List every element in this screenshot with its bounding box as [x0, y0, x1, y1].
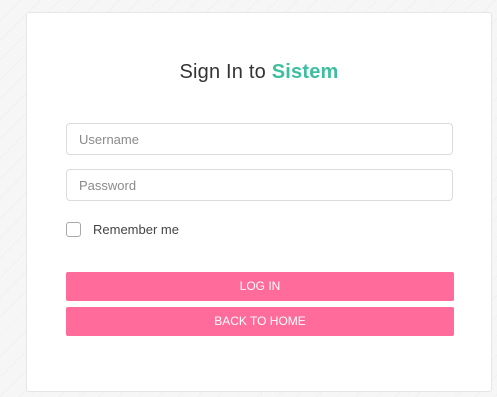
page-title: Sign In to Sistem	[27, 61, 491, 84]
username-input[interactable]	[66, 123, 453, 155]
remember-me-checkbox[interactable]	[66, 221, 81, 237]
login-card: Sign In to Sistem Remember me LOG IN BAC…	[26, 12, 492, 392]
password-input[interactable]	[66, 169, 453, 201]
login-button[interactable]: LOG IN	[66, 272, 454, 301]
back-to-home-button[interactable]: BACK TO HOME	[66, 307, 454, 336]
title-prefix: Sign In to	[179, 61, 266, 83]
brand-name: Sistem	[271, 61, 339, 83]
remember-me-row[interactable]: Remember me	[66, 221, 179, 237]
remember-me-label: Remember me	[93, 221, 179, 237]
